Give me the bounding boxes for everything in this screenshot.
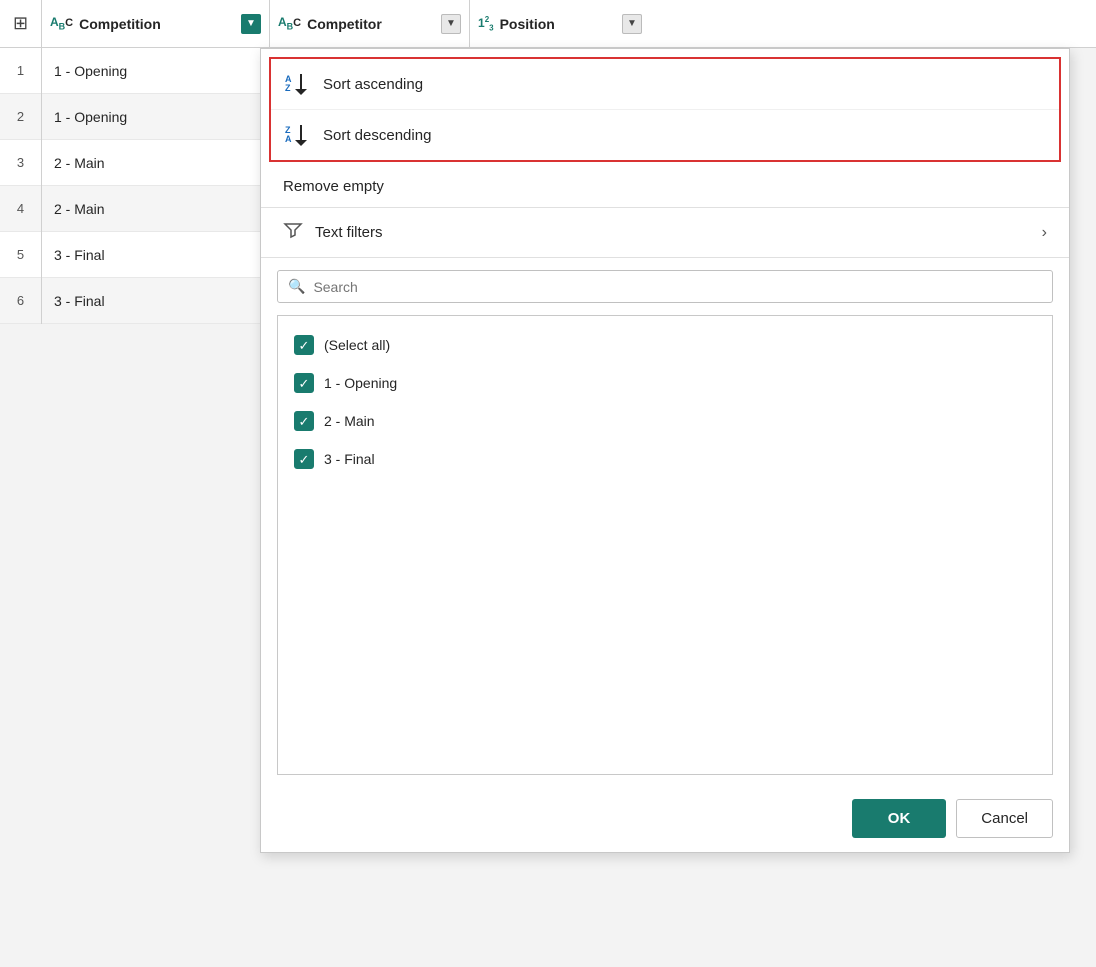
competitor-dropdown-arrow: ▼ [446,18,456,29]
checkbox-list: ✓ (Select all) ✓ 1 - Opening ✓ 2 - Main … [277,315,1053,775]
sort-ascending-label: Sort ascending [323,76,423,93]
checkbox-item-main[interactable]: ✓ 2 - Main [278,402,1052,440]
table-row: 2 1 - Opening [0,94,270,140]
svg-text:Z: Z [285,83,291,93]
row-number: 2 [0,94,42,140]
row-number: 6 [0,278,42,324]
checkmark-icon: ✓ [299,339,310,352]
table-row: 1 1 - Opening [0,48,270,94]
competition-dropdown-arrow: ▼ [246,18,256,29]
button-row: OK Cancel [261,785,1069,852]
checkbox-item-final[interactable]: ✓ 3 - Final [278,440,1052,478]
checkmark-icon: ✓ [299,415,310,428]
checkbox-select-all: ✓ [294,335,314,355]
checkbox-main: ✓ [294,411,314,431]
competitor-dropdown-button[interactable]: ▼ [441,14,461,34]
sort-descending-label: Sort descending [323,127,431,144]
grid-icon: ⊞ [13,13,28,34]
sort-ascending-item[interactable]: A Z Sort ascending [271,59,1059,109]
row-cell: 2 - Main [42,155,117,171]
position-column-header: 123 Position ▼ [470,0,650,48]
checkbox-item-select-all[interactable]: ✓ (Select all) [278,326,1052,364]
remove-empty-item[interactable]: Remove empty [261,166,1069,207]
ok-button[interactable]: OK [852,799,947,838]
row-number: 3 [0,140,42,186]
search-icon: 🔍 [288,278,305,295]
search-input[interactable] [313,279,1042,295]
checkbox-main-label: 2 - Main [324,413,375,429]
competition-column-label: Competition [79,16,161,32]
position-dropdown-arrow: ▼ [627,18,637,29]
remove-empty-label: Remove empty [283,178,384,195]
position-dropdown-button[interactable]: ▼ [622,14,642,34]
row-cell: 1 - Opening [42,109,139,125]
checkmark-icon: ✓ [299,453,310,466]
checkbox-item-opening[interactable]: ✓ 1 - Opening [278,364,1052,402]
sort-descending-item[interactable]: Z A Sort descending [271,109,1059,160]
checkbox-select-all-label: (Select all) [324,337,390,353]
sort-ascending-icon: A Z [285,71,311,97]
num-icon: 123 [478,15,494,32]
text-filters-item[interactable]: Text filters › [261,208,1069,257]
row-cell: 3 - Final [42,293,117,309]
row-number: 4 [0,186,42,232]
text-filters-label: Text filters [315,224,383,241]
table-body: 1 1 - Opening 2 1 - Opening 3 2 - Main 4… [0,48,270,324]
row-cell: 3 - Final [42,247,117,263]
row-number: 5 [0,232,42,278]
table-row: 6 3 - Final [0,278,270,324]
grid-icon-cell: ⊞ [0,0,42,48]
checkbox-opening-label: 1 - Opening [324,375,397,391]
position-column-label: Position [500,16,555,32]
table-header-row: ⊞ ABC Competition ▼ ABC Competitor ▼ 123… [0,0,1096,48]
competition-column-header: ABC Competition ▼ [42,0,270,48]
sort-highlight-box: A Z Sort ascending Z A Sort descending [269,57,1061,162]
row-cell: 1 - Opening [42,63,139,79]
checkbox-opening: ✓ [294,373,314,393]
competitor-column-header: ABC Competitor ▼ [270,0,470,48]
checkbox-final-label: 3 - Final [324,451,375,467]
table-row: 5 3 - Final [0,232,270,278]
svg-text:A: A [285,134,292,144]
table-row: 3 2 - Main [0,140,270,186]
abc-icon: ABC [50,15,73,31]
dropdown-panel: A Z Sort ascending Z A Sort descending [260,48,1070,853]
sort-descending-icon: Z A [285,122,311,148]
text-filters-arrow: › [1042,224,1047,242]
checkmark-icon: ✓ [299,377,310,390]
cancel-button[interactable]: Cancel [956,799,1053,838]
row-number: 1 [0,48,42,94]
row-cell: 2 - Main [42,201,117,217]
table-row: 4 2 - Main [0,186,270,232]
abc-icon-2: ABC [278,15,301,31]
search-container: 🔍 [261,258,1069,315]
checkbox-final: ✓ [294,449,314,469]
filter-icon [283,220,303,245]
competitor-column-label: Competitor [307,16,382,32]
search-box: 🔍 [277,270,1053,303]
competition-dropdown-button[interactable]: ▼ [241,14,261,34]
